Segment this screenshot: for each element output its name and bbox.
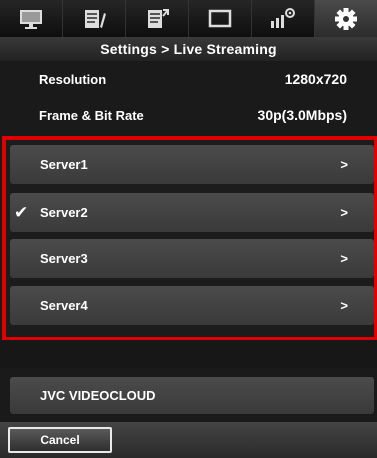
framerate-value: 30p(3.0Mbps) (257, 107, 347, 123)
server1-label: Server1 (40, 157, 88, 172)
tab-window[interactable] (189, 0, 252, 37)
framerate-row: Frame & Bit Rate 30p(3.0Mbps) (0, 97, 377, 133)
window-icon (208, 9, 232, 27)
gear-icon (335, 7, 357, 30)
server3-label: Server3 (40, 251, 88, 266)
resolution-label: Resolution (39, 71, 107, 87)
tab-export-list[interactable] (126, 0, 189, 37)
resolution-row: Resolution 1280x720 (0, 61, 377, 97)
cancel-button[interactable]: Cancel (8, 427, 112, 453)
tab-camera-settings[interactable] (252, 0, 315, 37)
tab-bar (0, 0, 377, 37)
chevron-right-icon: > (340, 298, 348, 313)
chevron-right-icon: > (340, 251, 348, 266)
server2-label: Server2 (40, 205, 88, 220)
server3-button[interactable]: Server3 > (10, 239, 374, 278)
divider (0, 340, 377, 368)
camera-settings-icon (271, 7, 295, 28)
breadcrumb: Settings > Live Streaming (0, 37, 377, 61)
server4-button[interactable]: Server4 > (10, 286, 374, 325)
tab-edit-list[interactable] (63, 0, 126, 37)
tab-monitor[interactable] (0, 0, 63, 37)
jvc-videocloud-button[interactable]: JVC VIDEOCLOUD (10, 377, 374, 414)
bottom-bar: Cancel (0, 422, 377, 458)
export-list-icon (148, 8, 169, 28)
chevron-right-icon: > (340, 205, 348, 220)
server2-button[interactable]: ✔ Server2 > (10, 193, 374, 232)
resolution-value: 1280x720 (284, 71, 347, 87)
framerate-label: Frame & Bit Rate (39, 107, 144, 123)
tab-settings[interactable] (315, 0, 377, 37)
breadcrumb-text: Settings > Live Streaming (100, 41, 277, 57)
jvc-videocloud-label: JVC VIDEOCLOUD (40, 388, 156, 403)
server1-button[interactable]: Server1 > (10, 145, 374, 184)
stream-info: Resolution 1280x720 Frame & Bit Rate 30p… (0, 61, 377, 133)
edit-list-icon (85, 9, 106, 28)
chevron-right-icon: > (340, 157, 348, 172)
monitor-icon (20, 9, 42, 29)
checkmark-icon: ✔ (14, 202, 29, 222)
server4-label: Server4 (40, 298, 88, 313)
